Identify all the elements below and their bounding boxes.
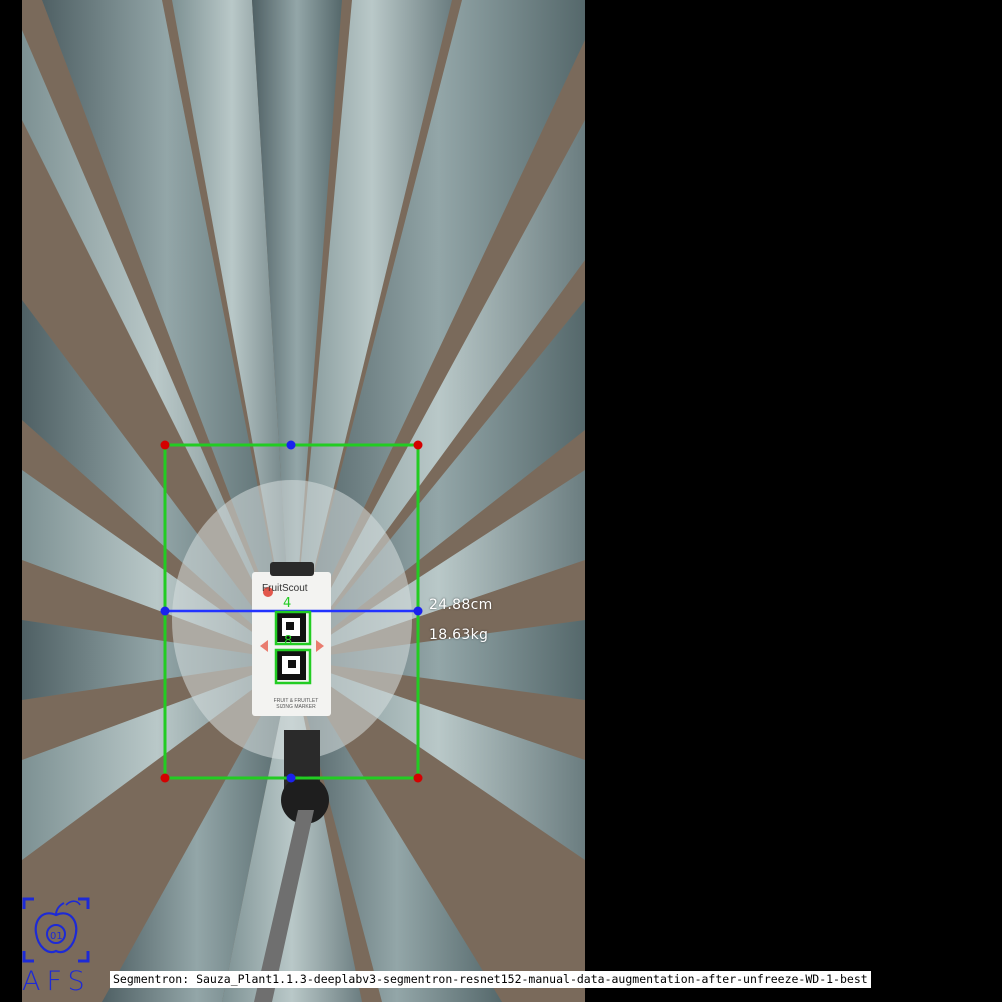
model-caption: Segmentron: Sauza_Plant1.1.3-deeplabv3-s… bbox=[110, 971, 871, 988]
marker-footer-line2: SIZING MARKER bbox=[276, 704, 316, 710]
agave-image bbox=[22, 0, 585, 1002]
logo-badge-number: 01 bbox=[50, 931, 63, 942]
afs-logo-text: AFS bbox=[22, 966, 91, 997]
marker-brand-label: FruitScout bbox=[262, 583, 308, 594]
weight-measurement-label: 18.63kg bbox=[429, 627, 489, 643]
width-measurement-label: 24.88cm bbox=[429, 597, 493, 613]
marker-footer: FRUIT & FRUITLET SIZING MARKER bbox=[262, 698, 330, 710]
plant-photo bbox=[22, 0, 585, 1002]
